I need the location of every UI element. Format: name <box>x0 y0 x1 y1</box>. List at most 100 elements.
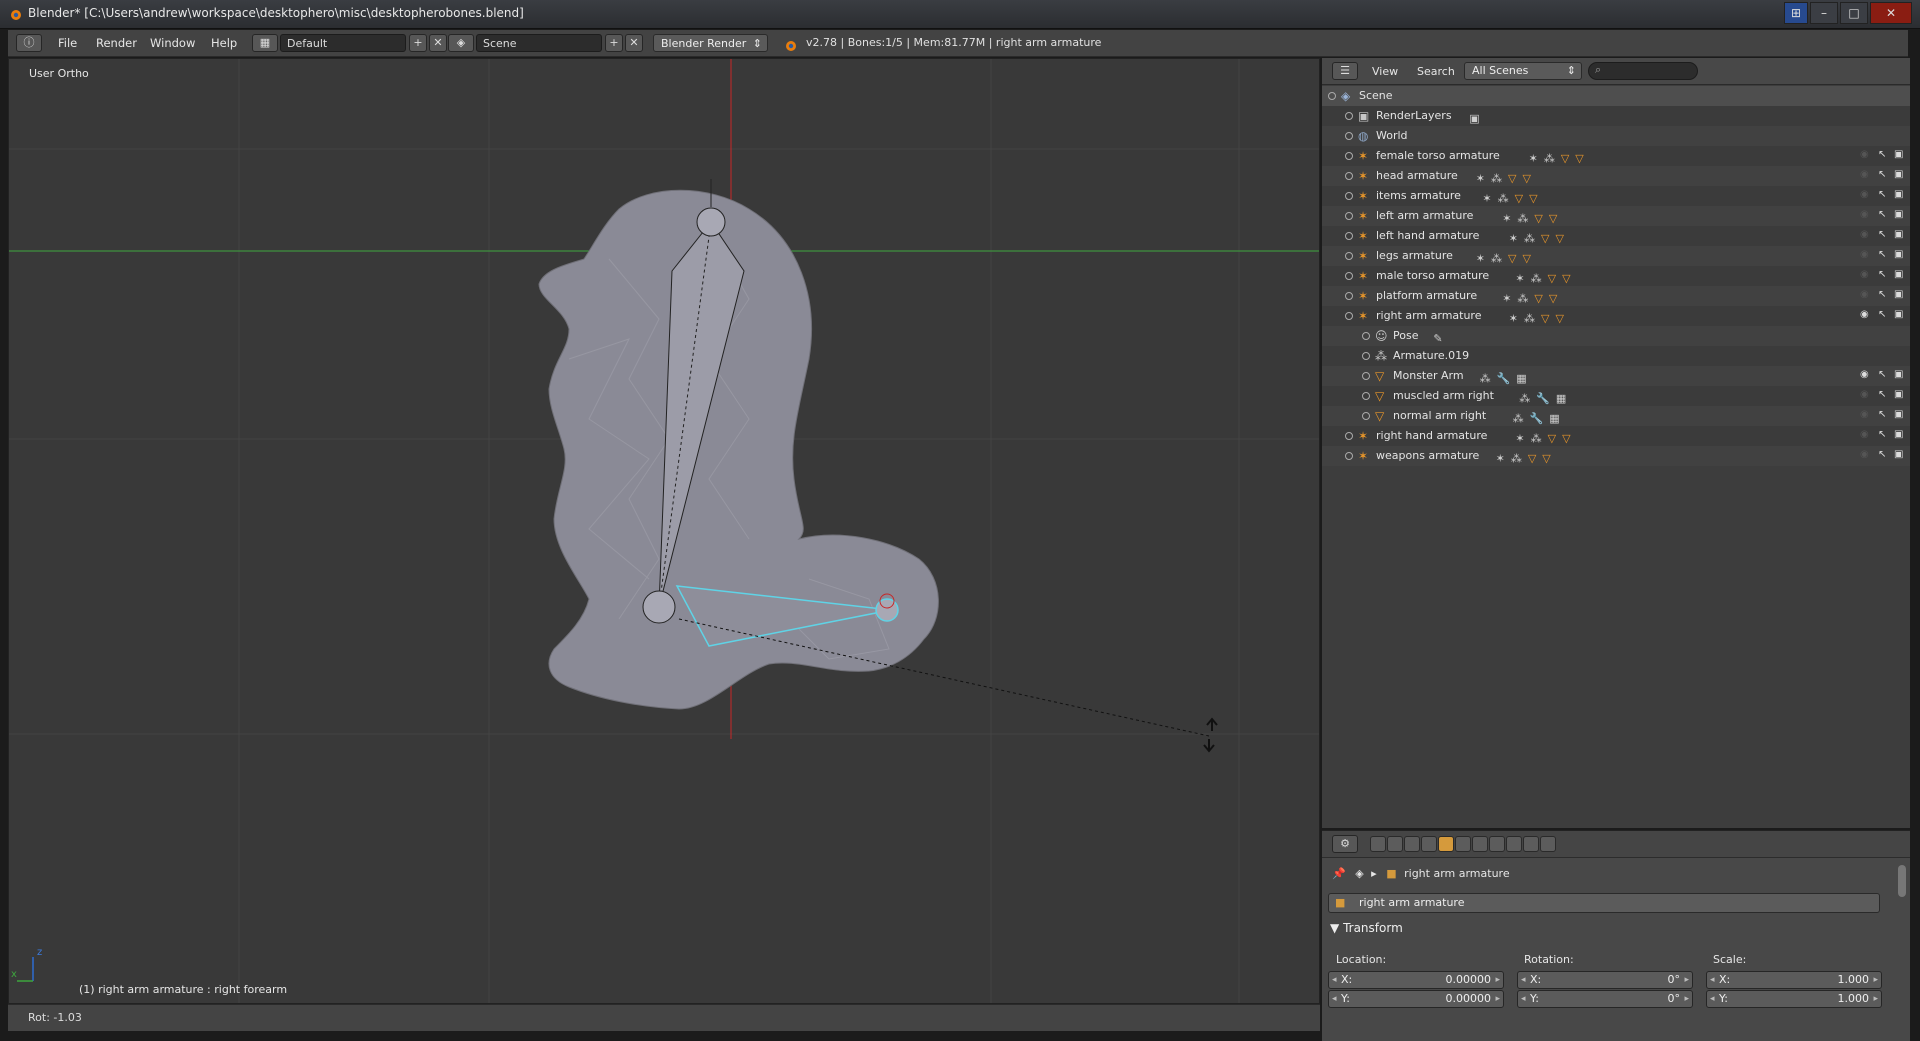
data-block-icon[interactable]: ✶ <box>1502 209 1511 225</box>
data-block-icon[interactable]: ▽ <box>1528 449 1536 465</box>
select-cursor-icon[interactable]: ↖ <box>1878 229 1890 241</box>
data-block-icon[interactable]: ⁂ <box>1517 289 1528 305</box>
select-cursor-icon[interactable]: ↖ <box>1878 309 1890 321</box>
scene-field[interactable]: Scene <box>476 34 602 52</box>
menu-window[interactable]: Window <box>150 34 195 52</box>
render-camera-icon[interactable]: ▣ <box>1894 389 1906 401</box>
editor-type-info-icon[interactable]: ⓘ <box>16 34 42 52</box>
data-block-icon[interactable]: ▽ <box>1548 429 1556 445</box>
tab-texture[interactable] <box>1523 836 1539 852</box>
expand-toggle-icon[interactable] <box>1362 392 1370 400</box>
select-cursor-icon[interactable]: ↖ <box>1878 369 1890 381</box>
data-block-icon[interactable]: ✶ <box>1482 189 1491 205</box>
select-cursor-icon[interactable]: ↖ <box>1878 149 1890 161</box>
render-camera-icon[interactable]: ▣ <box>1894 289 1906 301</box>
data-block-icon[interactable]: ⁂ <box>1524 309 1535 325</box>
data-block-icon[interactable]: ✶ <box>1515 429 1524 445</box>
delete-scene-button[interactable]: ✕ <box>625 34 643 52</box>
decrement-arrow-icon[interactable]: ◂ <box>1710 972 1715 988</box>
render-camera-icon[interactable]: ▣ <box>1894 209 1906 221</box>
expand-toggle-icon[interactable] <box>1345 172 1353 180</box>
data-block-icon[interactable]: ⁂ <box>1498 189 1509 205</box>
data-block-icon[interactable]: ✶ <box>1515 269 1524 285</box>
render-camera-icon[interactable]: ▣ <box>1894 169 1906 181</box>
visibility-eye-icon[interactable]: ◉ <box>1860 409 1872 421</box>
data-block-icon[interactable]: ▽ <box>1522 169 1530 185</box>
properties-type-icon[interactable]: ⚙ <box>1332 835 1358 853</box>
data-block-icon[interactable]: ⁂ <box>1491 169 1502 185</box>
visibility-eye-icon[interactable]: ◉ <box>1860 369 1872 381</box>
data-block-icon[interactable]: 🔧 <box>1530 409 1544 425</box>
visibility-eye-icon[interactable]: ◉ <box>1860 209 1872 221</box>
properties-scrollbar[interactable] <box>1898 865 1906 897</box>
select-cursor-icon[interactable]: ↖ <box>1878 169 1890 181</box>
minimize-button[interactable]: – <box>1810 2 1838 24</box>
delete-layout-button[interactable]: ✕ <box>429 34 447 52</box>
scene-icon[interactable]: ◈ <box>448 34 474 52</box>
select-cursor-icon[interactable]: ↖ <box>1878 449 1890 461</box>
decrement-arrow-icon[interactable]: ◂ <box>1521 972 1526 988</box>
expand-toggle-icon[interactable] <box>1345 132 1353 140</box>
increment-arrow-icon[interactable]: ▸ <box>1873 991 1878 1007</box>
tab-render-layers[interactable] <box>1387 836 1403 852</box>
location-x-field[interactable]: ◂ X: 0.00000 ▸ <box>1328 971 1504 989</box>
select-cursor-icon[interactable]: ↖ <box>1878 209 1890 221</box>
tab-physics[interactable] <box>1540 836 1556 852</box>
render-camera-icon[interactable]: ▣ <box>1894 229 1906 241</box>
visibility-eye-icon[interactable]: ◉ <box>1860 189 1872 201</box>
outliner-item-label[interactable]: weapons armature <box>1376 446 1479 466</box>
decrement-arrow-icon[interactable]: ◂ <box>1332 991 1337 1007</box>
data-block-icon[interactable]: ▽ <box>1541 309 1549 325</box>
outliner-row[interactable]: ✶ weapons armature ✶ ⁂ ▽ ▽ ◉ ↖ ▣ <box>1322 446 1910 466</box>
outliner-item-label[interactable]: left arm armature <box>1376 206 1473 226</box>
render-camera-icon[interactable]: ▣ <box>1894 429 1906 441</box>
outliner-editor[interactable]: ☰ View Search All Scenes ⇕ ⌕ ◈ Scene ▣ Rend… <box>1322 58 1910 828</box>
data-block-icon[interactable]: ▣ <box>1469 109 1479 125</box>
increment-arrow-icon[interactable]: ▸ <box>1495 972 1500 988</box>
maximize-button[interactable]: □ <box>1840 2 1868 24</box>
data-block-icon[interactable]: ✎ <box>1433 329 1442 345</box>
outliner-row[interactable]: ✶ platform armature ✶ ⁂ ▽ ▽ ◉ ↖ ▣ <box>1322 286 1910 306</box>
data-block-icon[interactable]: ▽ <box>1529 189 1537 205</box>
outliner-item-label[interactable]: Armature.019 <box>1393 346 1469 366</box>
select-cursor-icon[interactable]: ↖ <box>1878 389 1890 401</box>
outliner-row[interactable]: ▽ Monster Arm ⁂ 🔧 ▦ ◉ ↖ ▣ <box>1322 366 1910 386</box>
outliner-item-label[interactable]: muscled arm right <box>1393 386 1494 406</box>
outliner-search-input[interactable]: ⌕ <box>1588 62 1698 80</box>
data-block-icon[interactable]: ▽ <box>1534 209 1542 225</box>
tab-render[interactable] <box>1370 836 1386 852</box>
screen-layout-field[interactable]: Default <box>280 34 406 52</box>
menu-file[interactable]: File <box>58 34 77 52</box>
outliner-row[interactable]: ▣ RenderLayers ▣ <box>1322 106 1910 126</box>
outliner-row[interactable]: ⁂ Armature.019 <box>1322 346 1910 366</box>
outliner-row[interactable]: ▽ muscled arm right ⁂ 🔧 ▦ ◉ ↖ ▣ <box>1322 386 1910 406</box>
expand-toggle-icon[interactable] <box>1345 292 1353 300</box>
data-block-icon[interactable]: 🔧 <box>1497 369 1511 385</box>
outliner-row[interactable]: ✶ items armature ✶ ⁂ ▽ ▽ ◉ ↖ ▣ <box>1322 186 1910 206</box>
tab-world[interactable] <box>1421 836 1437 852</box>
render-camera-icon[interactable]: ▣ <box>1894 269 1906 281</box>
tab-scene[interactable] <box>1404 836 1420 852</box>
visibility-eye-icon[interactable]: ◉ <box>1860 449 1872 461</box>
visibility-eye-icon[interactable]: ◉ <box>1860 289 1872 301</box>
outliner-item-label[interactable]: items armature <box>1376 186 1461 206</box>
data-block-icon[interactable]: ▽ <box>1575 149 1583 165</box>
data-block-icon[interactable]: ▦ <box>1549 409 1559 425</box>
expand-toggle-icon[interactable] <box>1345 252 1353 260</box>
location-y-field[interactable]: ◂ Y: 0.00000 ▸ <box>1328 990 1504 1008</box>
outliner-row[interactable]: ✶ right arm armature ✶ ⁂ ▽ ▽ ◉ ↖ ▣ <box>1322 306 1910 326</box>
data-block-icon[interactable]: ▽ <box>1555 309 1563 325</box>
increment-arrow-icon[interactable]: ▸ <box>1684 991 1689 1007</box>
outliner-item-label[interactable]: normal arm right <box>1393 406 1486 426</box>
tab-object[interactable] <box>1438 836 1454 852</box>
render-camera-icon[interactable]: ▣ <box>1894 409 1906 421</box>
select-cursor-icon[interactable]: ↖ <box>1878 269 1890 281</box>
data-block-icon[interactable]: ▽ <box>1508 169 1516 185</box>
tab-constraints[interactable] <box>1455 836 1471 852</box>
increment-arrow-icon[interactable]: ▸ <box>1873 972 1878 988</box>
data-block-icon[interactable]: ▽ <box>1522 249 1530 265</box>
decrement-arrow-icon[interactable]: ◂ <box>1521 991 1526 1007</box>
increment-arrow-icon[interactable]: ▸ <box>1684 972 1689 988</box>
outliner-item-label[interactable]: left hand armature <box>1376 226 1479 246</box>
outliner-row[interactable]: ◍ World <box>1322 126 1910 146</box>
